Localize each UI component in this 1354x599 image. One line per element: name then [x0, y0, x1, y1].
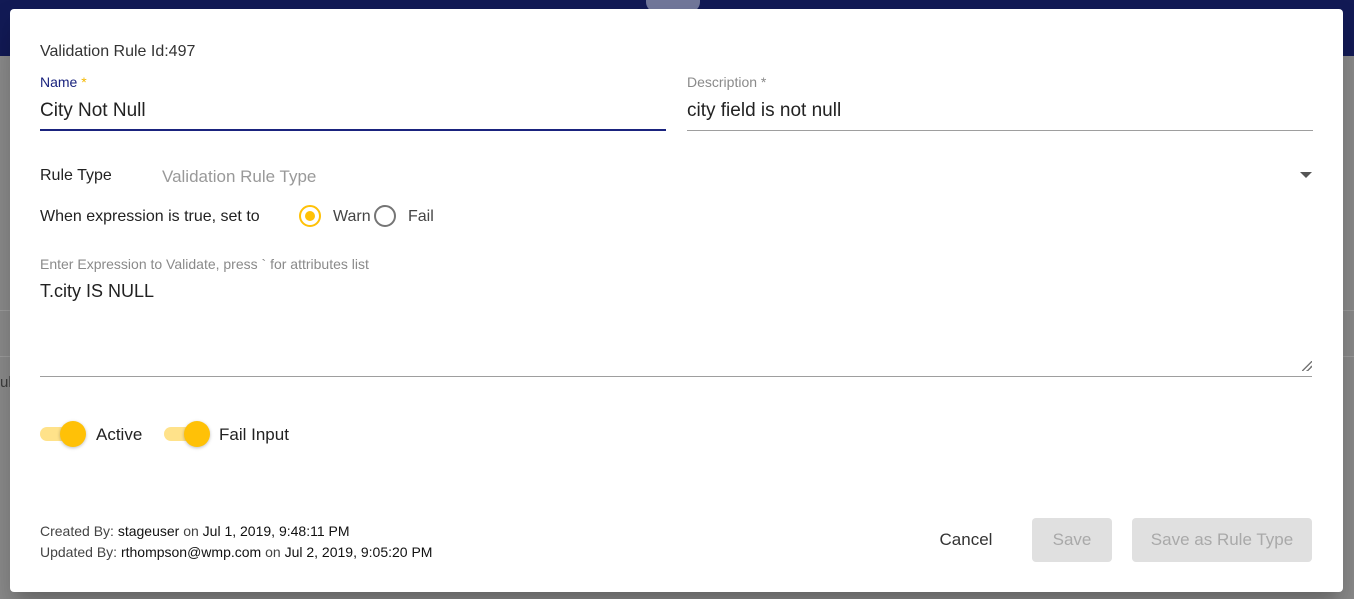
active-toggle[interactable]: [40, 421, 86, 447]
required-mark: *: [760, 74, 767, 90]
rule-type-label: Rule Type: [40, 167, 112, 184]
created-by-user: stageuser: [117, 523, 180, 539]
dropdown-arrow-icon[interactable]: [1300, 172, 1312, 178]
created-date: Jul 1, 2019, 9:48:11 PM: [202, 523, 350, 539]
rule-id-title: Validation Rule Id:497: [40, 43, 196, 60]
warn-radio-label[interactable]: Warn: [333, 208, 371, 226]
active-toggle-label: Active: [96, 425, 143, 444]
expression-textarea[interactable]: T.city IS NULL: [40, 281, 1312, 371]
updated-date: Jul 2, 2019, 9:05:20 PM: [284, 544, 433, 560]
validation-rule-dialog: Validation Rule Id:497 Name * City Not N…: [10, 9, 1343, 592]
fail-radio-label[interactable]: Fail: [408, 208, 434, 226]
fail-input-toggle[interactable]: [164, 421, 210, 447]
save-button[interactable]: Save: [1032, 518, 1112, 562]
name-label-text: Name: [40, 74, 78, 90]
created-on-word: on: [183, 523, 199, 539]
cancel-button[interactable]: Cancel: [923, 518, 1009, 562]
toggle-thumb: [60, 421, 86, 447]
rule-type-select[interactable]: Validation Rule Type: [162, 165, 1312, 189]
required-mark: *: [81, 74, 87, 90]
toggle-thumb: [184, 421, 210, 447]
created-by-prefix: Created By:: [40, 523, 114, 539]
updated-by-line: Updated By: rthompson@wmp.com on Jul 2, …: [40, 544, 432, 560]
description-label-text: Description: [687, 74, 758, 90]
updated-by-user: rthompson@wmp.com: [120, 544, 262, 560]
fail-radio[interactable]: [374, 205, 396, 227]
expression-caption: Enter Expression to Validate, press ` fo…: [40, 256, 369, 272]
warn-radio[interactable]: [299, 205, 321, 227]
name-field-label: Name *: [40, 74, 87, 90]
expression-underline: [40, 376, 1312, 377]
save-as-rule-type-button[interactable]: Save as Rule Type: [1132, 518, 1312, 562]
updated-by-prefix: Updated By:: [40, 544, 118, 560]
updated-on-word: on: [265, 544, 281, 560]
description-field-label: Description *: [687, 74, 766, 90]
rule-type-placeholder: Validation Rule Type: [162, 167, 317, 186]
name-input-underline: [40, 129, 666, 131]
description-input[interactable]: city field is not null: [687, 100, 1313, 122]
expression-result-label: When expression is true, set to: [40, 208, 260, 225]
created-by-line: Created By: stageuser on Jul 1, 2019, 9:…: [40, 523, 350, 539]
resize-grip-icon[interactable]: [1302, 361, 1312, 371]
fail-input-toggle-label: Fail Input: [219, 425, 289, 444]
description-input-underline: [687, 130, 1313, 131]
name-input[interactable]: City Not Null: [40, 100, 666, 122]
